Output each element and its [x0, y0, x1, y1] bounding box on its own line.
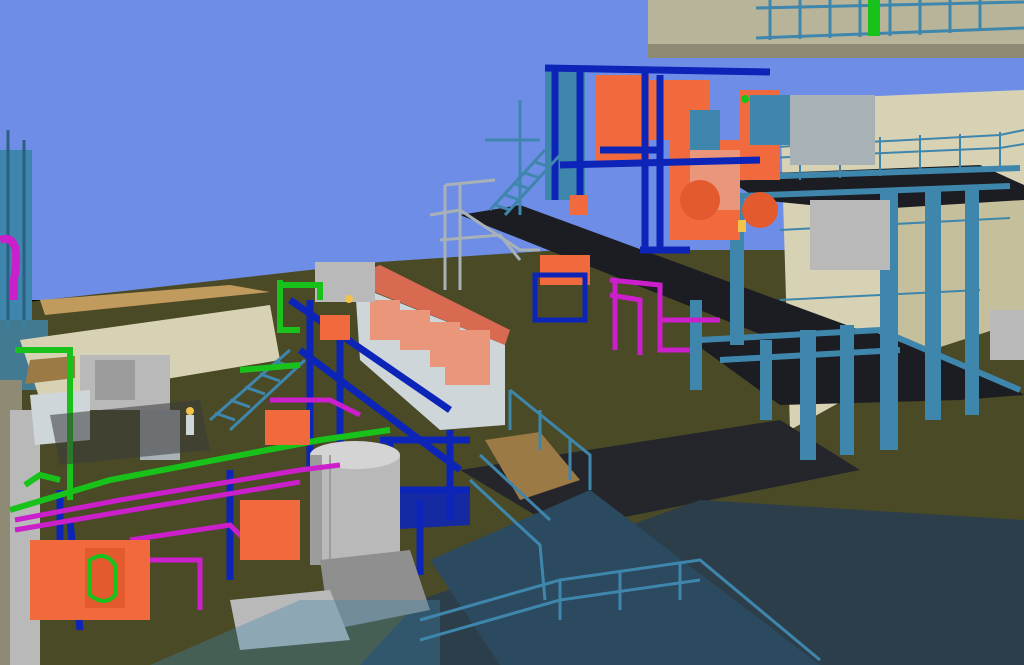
vertical-green-pipe — [868, 0, 880, 36]
gray-cabinet-right — [810, 200, 890, 270]
worker-figure-2 — [345, 295, 353, 303]
gray-cabinet-right-2 — [790, 95, 875, 165]
yellow-marker — [738, 220, 746, 232]
orange-box-mid — [570, 195, 588, 215]
worker-figure-1 — [186, 407, 194, 415]
green-valve-marker — [741, 95, 749, 103]
building-wall-shadow — [648, 44, 1024, 58]
right-duct — [990, 310, 1024, 360]
worker-figure-1-body — [186, 415, 194, 435]
gray-silo — [310, 441, 400, 565]
3d-model-viewport[interactable] — [0, 0, 1024, 665]
plant-scene[interactable] — [0, 0, 1024, 665]
